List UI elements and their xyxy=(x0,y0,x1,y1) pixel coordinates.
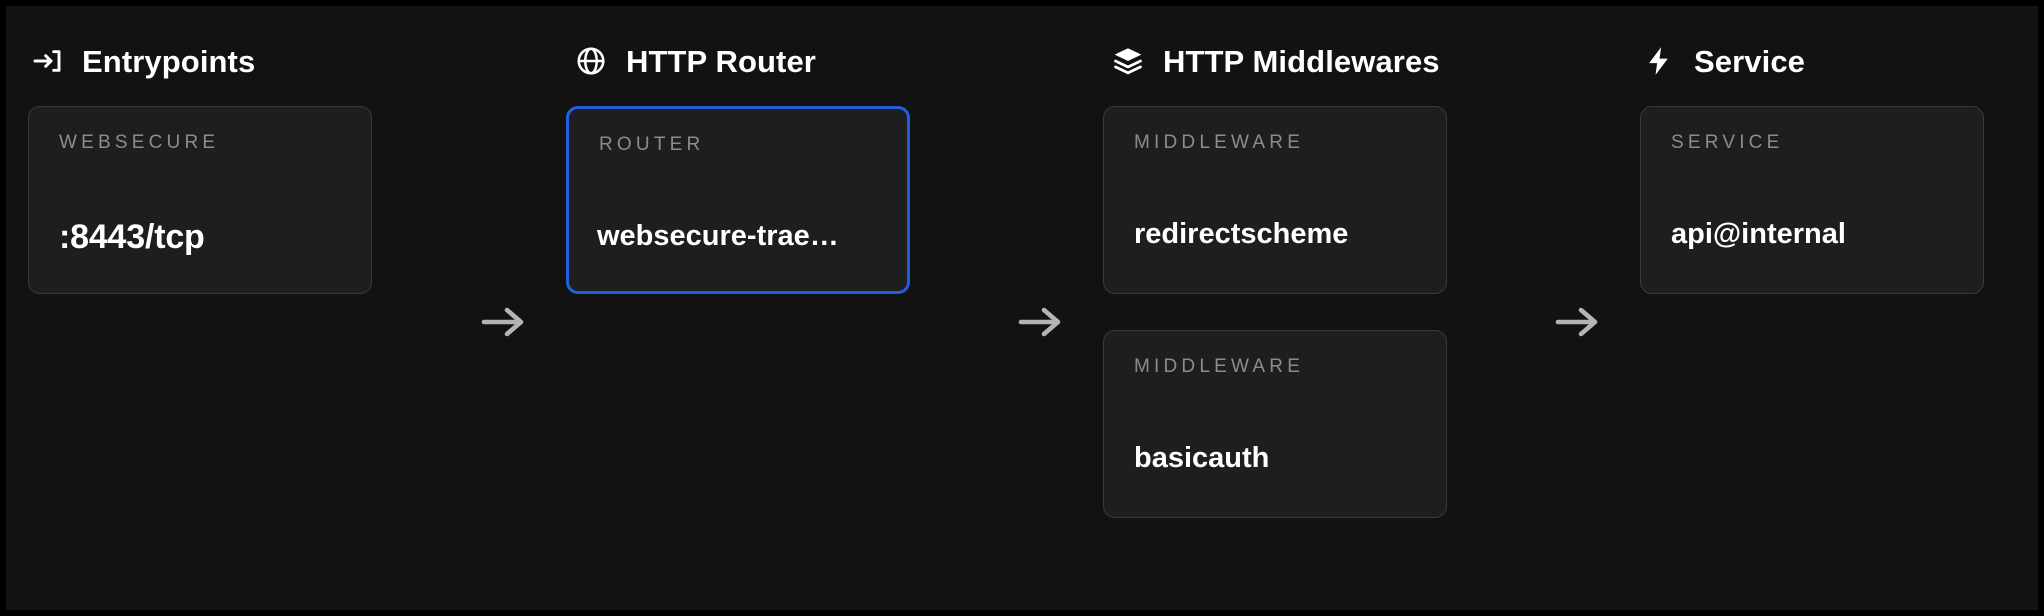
card-value-text: api@internal xyxy=(1671,218,1846,250)
column-entrypoints: WEBSECURE :8443/tcp xyxy=(28,106,372,330)
column-title-service: Service xyxy=(1694,43,1806,79)
column-header-http-router: HTTP Router xyxy=(574,44,816,78)
login-arrow-icon xyxy=(30,44,64,78)
column-header-entrypoints: Entrypoints xyxy=(30,44,255,78)
card-kind-label: WEBSECURE xyxy=(59,132,220,153)
card-kind-label: ROUTER xyxy=(599,134,705,155)
column-header-service: Service xyxy=(1642,44,1805,78)
card-value-text: redirectscheme xyxy=(1134,218,1349,250)
middleware-card[interactable]: MIDDLEWARE redirectscheme xyxy=(1103,106,1447,294)
column-http-middlewares: MIDDLEWARE redirectscheme MIDDLEWARE bas… xyxy=(1103,106,1447,554)
column-service: SERVICE api@internal xyxy=(1640,106,1984,330)
entrypoint-card[interactable]: WEBSECURE :8443/tcp xyxy=(28,106,372,294)
column-title-http-middlewares: HTTP Middlewares xyxy=(1163,43,1440,79)
globe-icon xyxy=(574,44,608,78)
card-kind-label: SERVICE xyxy=(1671,132,1784,153)
card-kind-label: MIDDLEWARE xyxy=(1134,132,1305,153)
service-card[interactable]: SERVICE api@internal xyxy=(1640,106,1984,294)
arrow-right-icon xyxy=(1009,298,1073,346)
middleware-card[interactable]: MIDDLEWARE basicauth xyxy=(1103,330,1447,518)
column-header-http-middlewares: HTTP Middlewares xyxy=(1111,44,1440,78)
router-card[interactable]: ROUTER websecure-trae… xyxy=(566,106,910,294)
card-value-text: websecure-trae… xyxy=(597,220,839,252)
card-kind-label: MIDDLEWARE xyxy=(1134,356,1305,377)
router-flow-diagram: Entrypoints HTTP Router HTTP Middlewares… xyxy=(6,6,2038,610)
layers-icon xyxy=(1111,44,1145,78)
lightning-bolt-icon xyxy=(1642,44,1676,78)
flow-board: WEBSECURE :8443/tcp ROUTER websecure-tra… xyxy=(6,106,2038,610)
column-title-entrypoints: Entrypoints xyxy=(82,43,256,79)
column-title-http-router: HTTP Router xyxy=(626,43,816,79)
column-headers: Entrypoints HTTP Router HTTP Middlewares… xyxy=(6,6,2038,106)
arrow-right-icon xyxy=(472,298,536,346)
column-http-router: ROUTER websecure-trae… xyxy=(566,106,910,330)
card-value-text: :8443/tcp xyxy=(59,218,205,256)
arrow-right-icon xyxy=(1546,298,1610,346)
card-value-text: basicauth xyxy=(1134,442,1270,474)
